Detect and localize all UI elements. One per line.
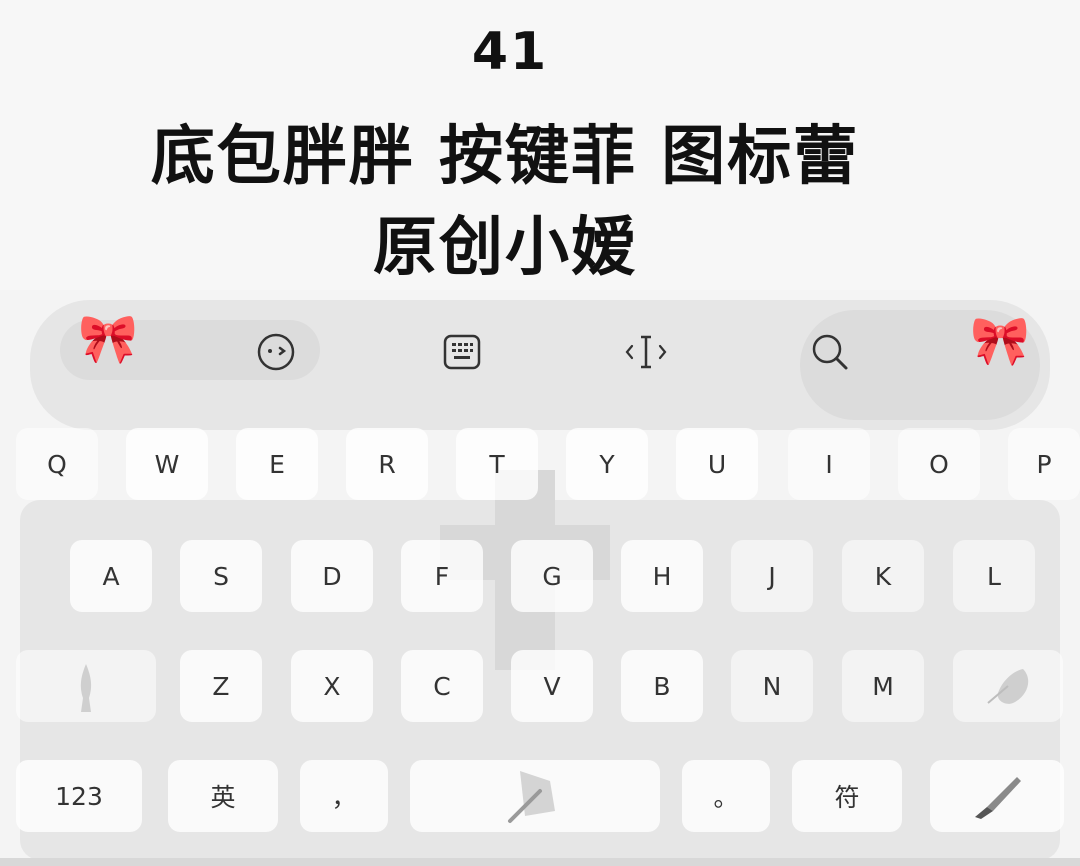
- knife-cake-icon: [508, 771, 555, 823]
- symbols-key[interactable]: 符: [792, 760, 902, 832]
- delete-key[interactable]: [953, 650, 1063, 722]
- emoji-face-icon[interactable]: [254, 330, 298, 374]
- enter-key[interactable]: [930, 760, 1064, 832]
- shift-key[interactable]: [16, 650, 156, 722]
- keyboard: 🎀 🎀 Q W E R T Y U I O P A S D F G H J K …: [0, 290, 1080, 866]
- key-f[interactable]: F: [401, 540, 483, 612]
- key-i[interactable]: I: [788, 428, 870, 500]
- key-s[interactable]: S: [180, 540, 262, 612]
- key-m[interactable]: M: [842, 650, 924, 722]
- key-c[interactable]: C: [401, 650, 483, 722]
- space-key[interactable]: [410, 760, 660, 832]
- key-d[interactable]: D: [291, 540, 373, 612]
- key-q[interactable]: Q: [16, 428, 98, 500]
- key-e[interactable]: E: [236, 428, 318, 500]
- key-n[interactable]: N: [731, 650, 813, 722]
- key-v[interactable]: V: [511, 650, 593, 722]
- search-icon[interactable]: [808, 330, 852, 374]
- key-b[interactable]: B: [621, 650, 703, 722]
- language-key[interactable]: 英: [168, 760, 278, 832]
- key-z[interactable]: Z: [180, 650, 262, 722]
- key-p[interactable]: P: [1008, 428, 1080, 500]
- numbers-key[interactable]: 123: [16, 760, 142, 832]
- key-u[interactable]: U: [676, 428, 758, 500]
- knife-icon: [975, 777, 1021, 819]
- key-k[interactable]: K: [842, 540, 924, 612]
- key-a[interactable]: A: [70, 540, 152, 612]
- period-key[interactable]: 。: [682, 760, 770, 832]
- bow-icon: 🎀: [970, 313, 1030, 369]
- credits-line-1: 底包胖胖 按键菲 图标蕾: [150, 120, 860, 194]
- key-g[interactable]: G: [511, 540, 593, 612]
- comma-key[interactable]: ，: [300, 760, 388, 832]
- title-area: 41 底包胖胖 按键菲 图标蕾 原创小嫒: [0, 0, 1080, 290]
- credits-line-2: 原创小嫒: [373, 211, 637, 285]
- key-l[interactable]: L: [953, 540, 1035, 612]
- keyboard-icon[interactable]: [440, 330, 484, 374]
- key-t[interactable]: T: [456, 428, 538, 500]
- template-number: 41: [471, 22, 549, 82]
- bow-icon: 🎀: [78, 311, 138, 367]
- text-cursor-icon[interactable]: [624, 330, 668, 374]
- key-y[interactable]: Y: [566, 428, 648, 500]
- key-h[interactable]: H: [621, 540, 703, 612]
- bottom-edge: [0, 858, 1080, 866]
- key-w[interactable]: W: [126, 428, 208, 500]
- key-j[interactable]: J: [731, 540, 813, 612]
- key-o[interactable]: O: [898, 428, 980, 500]
- key-r[interactable]: R: [346, 428, 428, 500]
- key-x[interactable]: X: [291, 650, 373, 722]
